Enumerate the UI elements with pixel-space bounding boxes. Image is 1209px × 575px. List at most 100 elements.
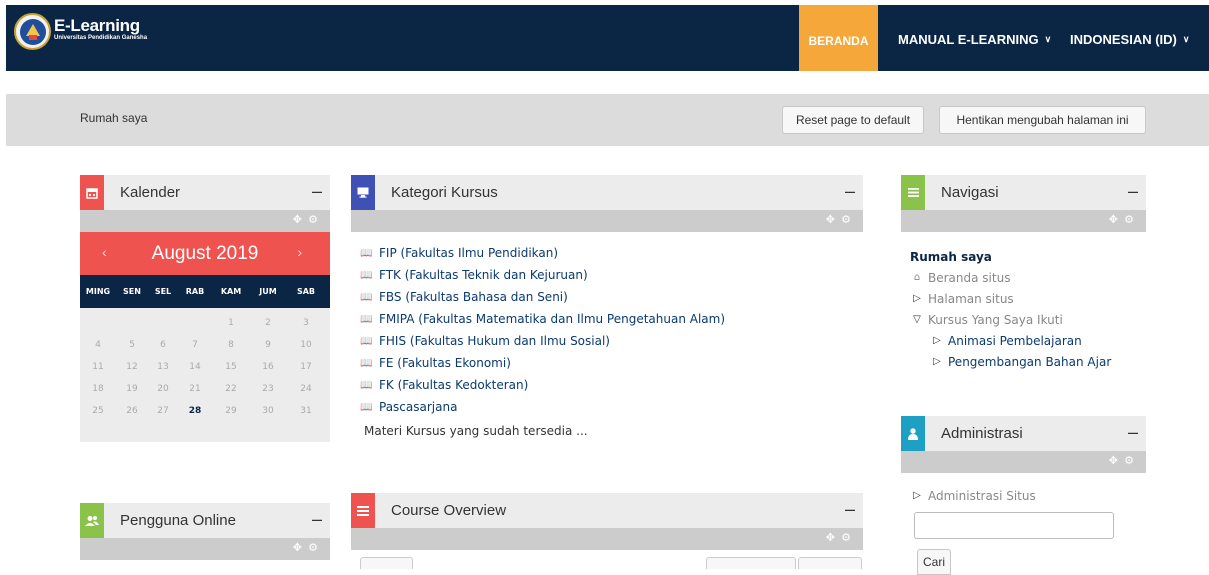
gear-icon[interactable]: ⚙: [1124, 213, 1134, 226]
move-icon[interactable]: ✥: [1109, 213, 1118, 226]
calendar-day[interactable]: 12: [116, 362, 148, 372]
calendar-day[interactable]: 17: [286, 362, 326, 372]
gear-icon[interactable]: ⚙: [841, 531, 851, 544]
category-label[interactable]: FBS (Fakultas Bahasa dan Seni): [379, 290, 568, 304]
category-item[interactable]: 📖 Pascasarjana: [360, 396, 863, 418]
minimize-icon[interactable]: –: [845, 499, 855, 520]
calendar-day[interactable]: 24: [286, 384, 326, 394]
stop-editing-button[interactable]: Hentikan mengubah halaman ini: [939, 106, 1146, 134]
calendar-day[interactable]: 16: [250, 362, 286, 372]
category-label[interactable]: FIP (Fakultas Ilmu Pendidikan): [379, 246, 558, 260]
move-icon[interactable]: ✥: [826, 213, 835, 226]
filter-button[interactable]: [798, 557, 862, 569]
category-label[interactable]: FHIS (Fakultas Hukum dan Ilmu Sosial): [379, 334, 610, 348]
prev-month-icon[interactable]: ‹: [102, 244, 107, 260]
calendar-day-today[interactable]: 28: [178, 406, 212, 416]
gear-icon[interactable]: ⚙: [1124, 454, 1134, 467]
calendar-day[interactable]: 21: [178, 384, 212, 394]
brand[interactable]: E-Learning Universitas Pendidikan Ganesh…: [14, 13, 147, 50]
move-icon[interactable]: ✥: [1109, 454, 1118, 467]
menu-icon: [901, 175, 925, 210]
calendar-day[interactable]: 22: [212, 384, 250, 394]
calendar-day[interactable]: 20: [148, 384, 178, 394]
calendar-day[interactable]: 23: [250, 384, 286, 394]
calendar-day[interactable]: 13: [148, 362, 178, 372]
more-courses-link[interactable]: Materi Kursus yang sudah tersedia ...: [364, 424, 863, 438]
category-item[interactable]: 📖 FHIS (Fakultas Hukum dan Ilmu Sosial): [360, 330, 863, 352]
gear-icon[interactable]: ⚙: [841, 213, 851, 226]
minimize-icon[interactable]: –: [1128, 181, 1138, 202]
calendar-day[interactable]: 2: [250, 318, 286, 328]
minimize-icon[interactable]: –: [312, 509, 322, 530]
calendar-day[interactable]: 1: [212, 318, 250, 328]
calendar-day[interactable]: 29: [212, 406, 250, 416]
calendar-day[interactable]: 6: [148, 340, 178, 350]
category-label[interactable]: Pascasarjana: [379, 400, 457, 414]
block-title: Kategori Kursus: [391, 184, 498, 201]
calendar-day[interactable]: 30: [250, 406, 286, 416]
block-title: Kalender: [120, 184, 181, 201]
breadcrumb[interactable]: Rumah saya: [80, 111, 147, 125]
nav-my-courses[interactable]: ▽ Kursus Yang Saya Ikuti: [910, 309, 1146, 330]
calendar-day[interactable]: 19: [116, 384, 148, 394]
category-item[interactable]: 📖 FMIPA (Fakultas Matematika dan Ilmu Pen…: [360, 308, 863, 330]
move-icon[interactable]: ✥: [826, 531, 835, 544]
calendar-day[interactable]: 26: [116, 406, 148, 416]
calendar-day[interactable]: 5: [116, 340, 148, 350]
chevron-down-icon: ∨: [1182, 33, 1190, 44]
nav-site-admin[interactable]: ▷ Administrasi Situs: [910, 485, 1146, 506]
next-month-icon[interactable]: ›: [297, 244, 302, 260]
move-icon[interactable]: ✥: [293, 213, 302, 226]
calendar-day[interactable]: 10: [286, 340, 326, 350]
category-label[interactable]: FMIPA (Fakultas Matematika dan Ilmu Peng…: [379, 312, 725, 326]
move-icon[interactable]: ✥: [293, 541, 302, 554]
gear-icon[interactable]: ⚙: [308, 213, 318, 226]
gear-icon[interactable]: ⚙: [308, 541, 318, 554]
category-item[interactable]: 📖 FE (Fakultas Ekonomi): [360, 352, 863, 374]
category-label[interactable]: FK (Fakultas Kedokteran): [379, 378, 528, 392]
list-icon: [351, 493, 375, 528]
reset-page-button[interactable]: Reset page to default: [782, 106, 924, 134]
weekday-label: SEN: [123, 287, 141, 296]
category-label[interactable]: FTK (Fakultas Teknik dan Kejuruan): [379, 268, 588, 282]
nav-home-link[interactable]: BERANDA: [799, 5, 878, 71]
search-button[interactable]: Cari: [917, 549, 951, 575]
category-list: 📖 FIP (Fakultas Ilmu Pendidikan) 📖 FTK (Fa…: [351, 232, 863, 438]
nav-site-pages[interactable]: ▷ Halaman situs: [910, 288, 1146, 309]
nav-site-home[interactable]: ⌂ Beranda situs: [910, 267, 1146, 288]
book-icon: 📖: [360, 247, 373, 259]
view-toggle-button[interactable]: [360, 557, 413, 569]
minimize-icon[interactable]: –: [845, 181, 855, 202]
nav-manual-menu[interactable]: MANUAL E-LEARNING ∨: [898, 5, 1051, 71]
calendar-day[interactable]: 4: [80, 340, 116, 350]
minimize-icon[interactable]: –: [312, 181, 322, 202]
calendar-week: 25 26 27 28 29 30 31: [80, 400, 330, 422]
sort-button[interactable]: [706, 557, 796, 569]
block-header: Kategori Kursus –: [351, 175, 863, 210]
calendar-day[interactable]: 14: [178, 362, 212, 372]
nav-my-home[interactable]: Rumah saya: [910, 246, 1146, 267]
category-item[interactable]: 📖 FK (Fakultas Kedokteran): [360, 374, 863, 396]
nav-course-item[interactable]: ▷ Animasi Pembelajaran: [910, 330, 1146, 351]
minimize-icon[interactable]: –: [1128, 422, 1138, 443]
calendar-day[interactable]: 31: [286, 406, 326, 416]
nav-course-item[interactable]: ▷ Pengembangan Bahan Ajar: [910, 351, 1146, 372]
calendar-day[interactable]: 8: [212, 340, 250, 350]
category-label[interactable]: FE (Fakultas Ekonomi): [379, 356, 511, 370]
calendar-day[interactable]: 15: [212, 362, 250, 372]
calendar-month[interactable]: August 2019: [152, 243, 259, 265]
calendar-day[interactable]: 7: [178, 340, 212, 350]
book-icon: 📖: [360, 401, 373, 413]
admin-search-input[interactable]: [914, 512, 1114, 539]
nav-language-menu[interactable]: INDONESIAN (ID) ∨: [1070, 5, 1189, 71]
calendar-day[interactable]: 27: [148, 406, 178, 416]
category-item[interactable]: 📖 FTK (Fakultas Teknik dan Kejuruan): [360, 264, 863, 286]
calendar-day[interactable]: 18: [80, 384, 116, 394]
category-item[interactable]: 📖 FBS (Fakultas Bahasa dan Seni): [360, 286, 863, 308]
calendar-day[interactable]: 3: [286, 318, 326, 328]
calendar-day[interactable]: 11: [80, 362, 116, 372]
category-item[interactable]: 📖 FIP (Fakultas Ilmu Pendidikan): [360, 242, 863, 264]
calendar-day[interactable]: 9: [250, 340, 286, 350]
calendar-day[interactable]: 25: [80, 406, 116, 416]
nav-course-label: Animasi Pembelajaran: [948, 333, 1082, 348]
